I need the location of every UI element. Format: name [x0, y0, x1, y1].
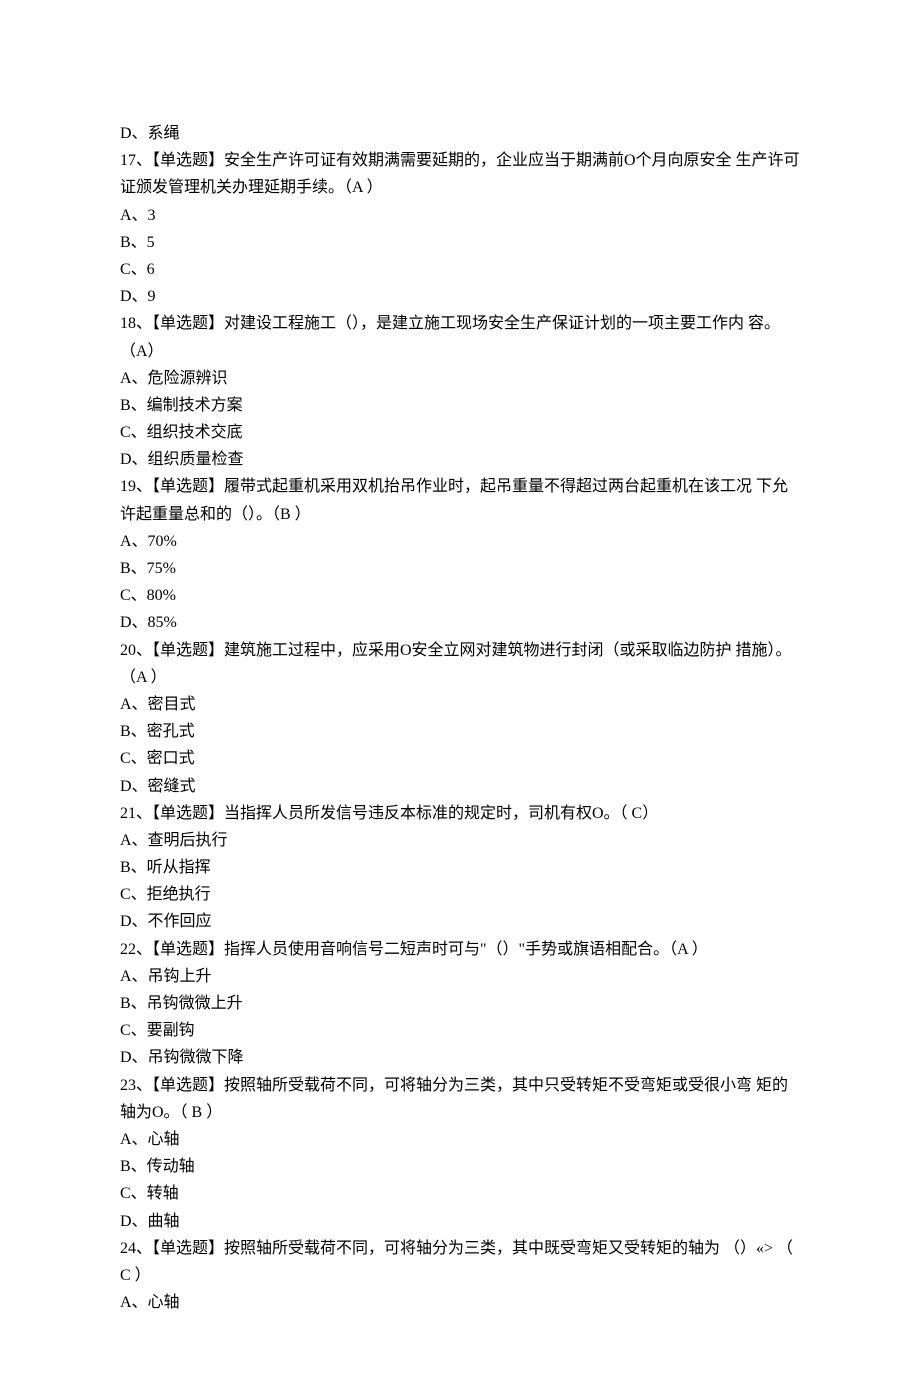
text-line: D、曲轴: [120, 1208, 800, 1235]
text-line: A、密目式: [120, 691, 800, 718]
text-line: 24、【单选题】按照轴所受载荷不同，可将轴分为三类，其中既受弯矩又受转矩的轴为 …: [120, 1235, 800, 1289]
text-line: A、危险源辨识: [120, 365, 800, 392]
text-line: B、传动轴: [120, 1153, 800, 1180]
text-line: 21、【单选题】当指挥人员所发信号违反本标准的规定时，司机有权O。（ C）: [120, 800, 800, 827]
text-line: D、系绳: [120, 120, 800, 147]
text-line: 18、【单选题】对建设工程施工（），是建立施工现场安全生产保证计划的一项主要工作…: [120, 310, 800, 364]
text-line: B、75%: [120, 555, 800, 582]
text-line: C、组织技术交底: [120, 419, 800, 446]
text-line: B、编制技术方案: [120, 392, 800, 419]
text-line: D、9: [120, 283, 800, 310]
text-line: D、吊钩微微下降: [120, 1044, 800, 1071]
text-line: D、85%: [120, 609, 800, 636]
text-line: 22、【单选题】指挥人员使用音响信号二短声时可与"（）"手势或旗语相配合。（A …: [120, 936, 800, 963]
text-line: 20、【单选题】建筑施工过程中，应采用O安全立网对建筑物进行封闭（或采取临边防护…: [120, 637, 800, 691]
text-line: D、密缝式: [120, 773, 800, 800]
text-line: C、6: [120, 256, 800, 283]
text-line: 17、【单选题】安全生产许可证有效期满需要延期的，企业应当于期满前O个月向原安全…: [120, 147, 800, 201]
text-line: A、70%: [120, 528, 800, 555]
document-page: D、系绳 17、【单选题】安全生产许可证有效期满需要延期的，企业应当于期满前O个…: [0, 0, 920, 1376]
text-line: C、转轴: [120, 1180, 800, 1207]
text-line: B、听从指挥: [120, 854, 800, 881]
text-line: D、不作回应: [120, 908, 800, 935]
text-line: B、5: [120, 229, 800, 256]
text-line: C、80%: [120, 582, 800, 609]
text-line: 19、【单选题】履带式起重机采用双机抬吊作业时，起吊重量不得超过两台起重机在该工…: [120, 473, 800, 527]
text-line: D、组织质量检查: [120, 446, 800, 473]
text-line: A、心轴: [120, 1289, 800, 1316]
text-line: B、吊钩微微上升: [120, 990, 800, 1017]
text-line: 23、【单选题】按照轴所受载荷不同，可将轴分为三类，其中只受转矩不受弯矩或受很小…: [120, 1072, 800, 1126]
text-line: C、要副钩: [120, 1017, 800, 1044]
text-line: C、拒绝执行: [120, 881, 800, 908]
text-line: A、查明后执行: [120, 827, 800, 854]
text-line: A、心轴: [120, 1126, 800, 1153]
text-line: B、密孔式: [120, 718, 800, 745]
text-line: A、3: [120, 202, 800, 229]
text-line: A、吊钩上升: [120, 963, 800, 990]
text-line: C、密口式: [120, 745, 800, 772]
